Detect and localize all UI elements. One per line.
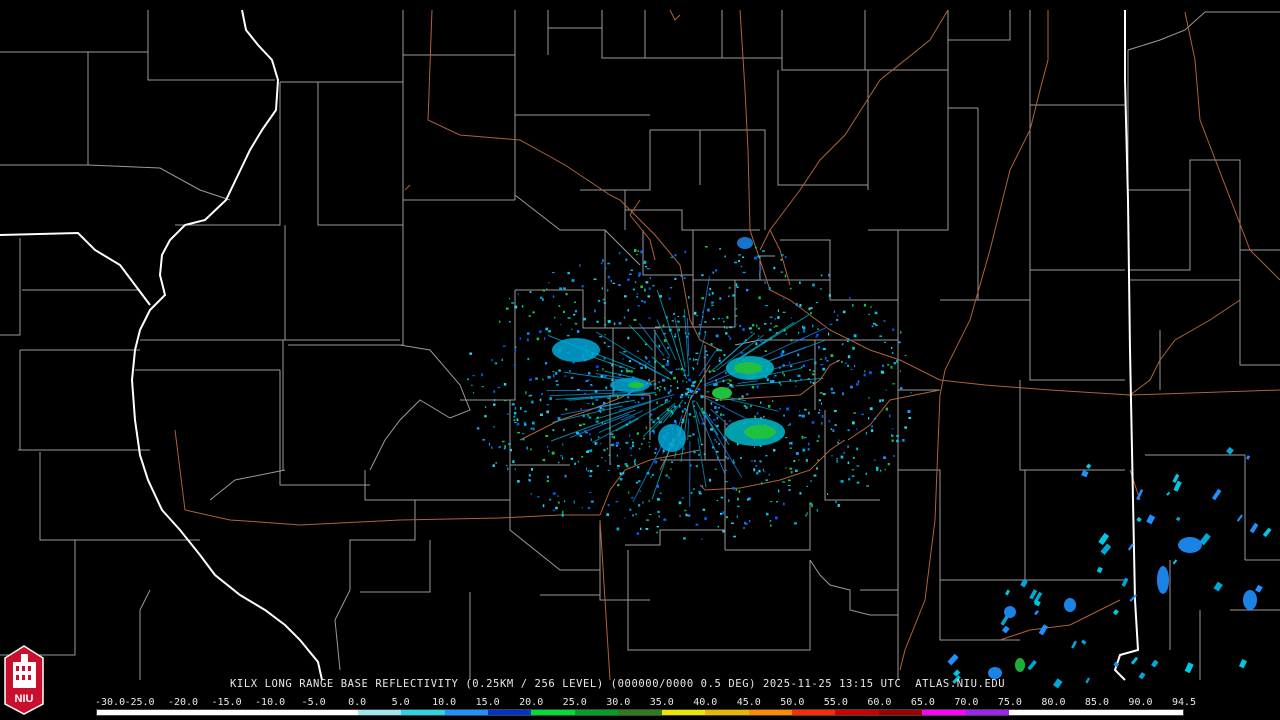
scale-swatch xyxy=(270,710,315,715)
scale-swatch xyxy=(1139,710,1183,715)
scale-label: 70.0 xyxy=(954,697,979,708)
product-caption: KILX LONG RANGE BASE REFLECTIVITY (0.25K… xyxy=(230,678,1006,690)
scale-label: -20.0 xyxy=(167,697,199,708)
scale-swatch xyxy=(792,710,836,715)
scale-swatch xyxy=(444,710,488,715)
scale-swatch xyxy=(661,710,706,715)
scale-label: 60.0 xyxy=(867,697,892,708)
scale-label: -25.0 xyxy=(124,697,155,708)
scale-label: 65.0 xyxy=(910,697,935,708)
scale-label: -15.0 xyxy=(211,697,242,708)
scale-swatch xyxy=(1052,710,1097,715)
scale-label: 90.0 xyxy=(1128,697,1153,708)
scale-label: 20.0 xyxy=(519,697,544,708)
scale-swatch xyxy=(878,710,923,715)
scale-swatch xyxy=(618,710,662,715)
scale-swatch xyxy=(1009,710,1053,715)
scale-label: 25.0 xyxy=(562,697,587,708)
scale-swatch xyxy=(705,710,749,715)
radar-map xyxy=(0,0,1280,720)
scale-swatch xyxy=(487,710,532,715)
scale-label: 15.0 xyxy=(475,697,500,708)
scale-swatch xyxy=(748,710,792,715)
scale-swatch xyxy=(183,710,228,715)
scale-swatch xyxy=(922,710,966,715)
niu-logo: NIU xyxy=(4,645,44,715)
scale-label: 75.0 xyxy=(997,697,1022,708)
scale-label: 0.0 xyxy=(348,697,367,708)
scale-label: 94.5 xyxy=(1171,697,1197,708)
scale-swatch xyxy=(227,710,271,715)
scale-swatch xyxy=(140,710,184,715)
color-scale-labels: -30.0 -25.0 -20.0 -15.0 -10.0 -5.0 0.0 5.0 10.0 1… xyxy=(95,697,1197,709)
scale-label: 50.0 xyxy=(780,697,805,708)
scale-label: -30.0 xyxy=(95,697,126,708)
scale-label: 45.0 xyxy=(736,697,761,708)
scale-swatch xyxy=(965,710,1010,715)
scale-label: -5.0 xyxy=(301,697,326,708)
scale-label: 35.0 xyxy=(649,697,674,708)
scale-swatch xyxy=(401,710,445,715)
scale-label: 80.0 xyxy=(1041,697,1066,708)
scale-swatch xyxy=(1096,710,1140,715)
scale-swatch xyxy=(574,710,619,715)
scale-swatch xyxy=(97,710,141,715)
scale-label: -10.0 xyxy=(255,697,286,708)
scale-label: 10.0 xyxy=(432,697,457,708)
scale-swatch xyxy=(314,710,358,715)
svg-text:NIU: NIU xyxy=(15,693,34,705)
scale-swatch xyxy=(835,710,879,715)
scale-swatch xyxy=(357,710,402,715)
scale-label: 85.0 xyxy=(1084,697,1109,708)
color-scale-bar xyxy=(96,709,1184,716)
scale-label: 5.0 xyxy=(391,697,410,708)
scale-label: 40.0 xyxy=(693,697,718,708)
scale-swatch xyxy=(531,710,575,715)
scale-label: 55.0 xyxy=(823,697,848,708)
scale-label: 30.0 xyxy=(606,697,631,708)
